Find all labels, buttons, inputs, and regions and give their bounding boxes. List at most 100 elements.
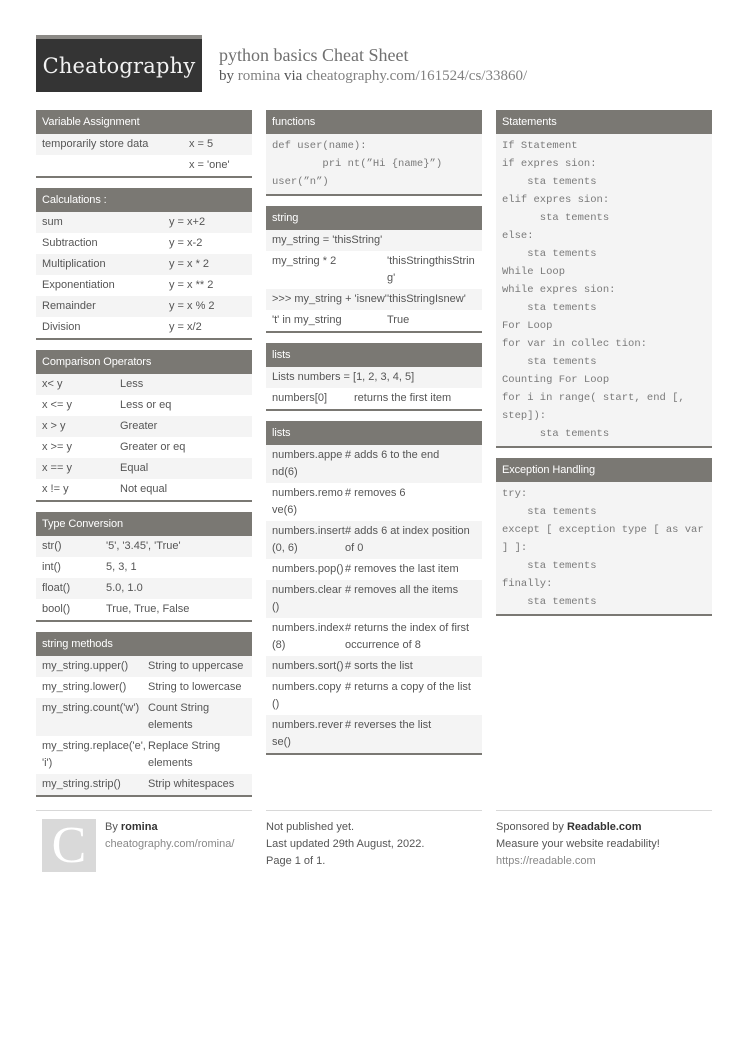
table-row: numbers.remove(6) # removes 6: [266, 483, 482, 521]
cell-value: # adds 6 at index position of 0: [345, 525, 470, 554]
cell-key: numbers.sort(): [272, 660, 344, 672]
table-row: numbers[0] returns the first item: [266, 388, 482, 409]
table-row: str() '5', '3.45', 'True': [36, 536, 252, 557]
cell-full: Lists numbers = [1, 2, 3, 4, 5]: [272, 371, 415, 383]
table-row: x == y Equal: [36, 458, 252, 479]
section-string-methods: string methods my_string.upper() String t…: [36, 632, 252, 797]
by-label: by: [219, 68, 234, 84]
cell-key: numbers.reverse(): [272, 719, 343, 748]
cell-value: Strip whitespaces: [148, 778, 235, 790]
cell-key: x > y: [42, 420, 66, 432]
cell-key: my_string.strip(): [42, 778, 121, 790]
cell-key: x >= y: [42, 441, 72, 453]
section-title: Type Conversion: [36, 512, 252, 536]
avatar[interactable]: C: [42, 819, 96, 872]
cell-value: y = x % 2: [169, 300, 215, 312]
table-row: my_string.replace('e', 'i') Replace Strin…: [36, 736, 252, 774]
sponsor-url[interactable]: https://readable.com: [496, 853, 712, 870]
code-block: If Statement if expres sion: sta tements…: [496, 134, 712, 446]
section-title: Exception Handling: [496, 458, 712, 482]
footer-author-url[interactable]: cheatography.com/romina/: [105, 836, 234, 853]
table-row: float() 5.0, 1.0: [36, 578, 252, 599]
cell-value: # removes 6: [345, 487, 406, 499]
section-title: lists: [266, 421, 482, 445]
sheet-url-link[interactable]: cheatography.com/161524/cs/33860/: [306, 68, 527, 84]
cell-key: bool(): [42, 603, 71, 615]
section-body: my_string = 'thisString' my_string * 2 't…: [266, 230, 482, 331]
code-line: try:: [502, 488, 528, 500]
cell-value: # sorts the list: [345, 660, 413, 672]
sponsor-link[interactable]: Readable.com: [567, 821, 642, 833]
section-title: Comparison Operators: [36, 350, 252, 374]
cell-key: numbers.remove(6): [272, 487, 343, 516]
cell-key: my_string.count('w'): [42, 702, 140, 714]
cell-value: # returns the index of first occurrence …: [345, 622, 470, 651]
code-line: def user(name):: [272, 140, 367, 152]
table-row: Multiplication y = x * 2: [36, 254, 252, 275]
cell-key: Remainder: [42, 300, 96, 312]
section-body: sum y = x+2 Subtraction y = x-2 Multiplica…: [36, 212, 252, 338]
code-line: pri nt(”Hi {name}”): [272, 158, 443, 170]
section-type-conversion: Type Conversion str() '5', '3.45', 'True'…: [36, 512, 252, 622]
code-block: try: sta tements except [ exception type…: [496, 482, 712, 614]
table-row: x = 'one': [36, 155, 252, 176]
section-calculations: Calculations : sum y = x+2 Subtraction y =…: [36, 188, 252, 340]
column-3: Statements If Statement if expres sion: …: [496, 110, 712, 626]
section-title: lists: [266, 343, 482, 367]
table-row: numbers.index(8) # returns the index of f…: [266, 618, 482, 656]
cell-value: y = x/2: [169, 321, 202, 333]
cell-key: >>> my_string + 'isnew': [272, 293, 387, 305]
cell-key: Division: [42, 321, 81, 333]
cell-key: sum: [42, 216, 63, 228]
sponsor-label: Sponsored by: [496, 821, 564, 833]
footer-sponsor: Sponsored by Readable.com Measure your w…: [496, 810, 712, 870]
by-label: By: [105, 821, 118, 833]
cell-key: my_string * 2: [272, 255, 337, 267]
cell-value: 5.0, 1.0: [106, 582, 143, 594]
via-label: via: [284, 68, 303, 84]
author-link[interactable]: romina: [238, 68, 281, 84]
table-row: Remainder y = x % 2: [36, 296, 252, 317]
cheatography-logo[interactable]: Cheatography: [36, 35, 202, 92]
section-body: my_string.upper() String to uppercase my_…: [36, 656, 252, 795]
footer-author-link[interactable]: romina: [121, 821, 158, 833]
section-variable-assignment: Variable Assignment temporarily store da…: [36, 110, 252, 178]
cell-value: y = x-2: [169, 237, 203, 249]
cell-key: numbers.index(8): [272, 622, 345, 651]
code-line: for var in collec tion:: [502, 338, 647, 350]
table-row: Exponentiation y = x ** 2: [36, 275, 252, 296]
code-line: elif expres sion:: [502, 194, 610, 206]
page-number: Page 1 of 1.: [266, 855, 326, 867]
code-line: except [ exception type [ as var: [502, 524, 704, 536]
table-row: sum y = x+2: [36, 212, 252, 233]
section-comparison-operators: Comparison Operators x< y Less x <= y Less…: [36, 350, 252, 502]
cell-value: String to lowercase: [148, 681, 242, 693]
code-line: sta tements: [502, 248, 597, 260]
section-body: str() '5', '3.45', 'True' int() 5, 3, 1 fl…: [36, 536, 252, 620]
cell-key: my_string.lower(): [42, 681, 127, 693]
cell-key: x == y: [42, 462, 72, 474]
code-line: While Loop: [502, 266, 566, 278]
cell-value: # removes the last item: [345, 563, 459, 575]
cell-key: float(): [42, 582, 71, 594]
cell-key: numbers.pop(): [272, 563, 344, 575]
section-title: functions: [266, 110, 482, 134]
code-line: sta tements: [502, 212, 610, 224]
cell-key: x <= y: [42, 399, 72, 411]
last-updated: Last updated 29th August, 2022.: [266, 838, 425, 850]
code-line: ] ]:: [502, 542, 528, 554]
cell-key: numbers.append(6): [272, 449, 343, 478]
table-row: x <= y Less or eq: [36, 395, 252, 416]
title-block: python basics Cheat Sheet by romina via …: [219, 44, 527, 86]
code-line: user(”n”): [272, 176, 329, 188]
cell-full: my_string = 'thisString': [272, 234, 383, 246]
cell-value: # adds 6 to the end: [345, 449, 440, 461]
table-row: my_string * 2 'thisStringthisString': [266, 251, 482, 289]
code-line: For Loop: [502, 320, 553, 332]
cell-value: True, True, False: [106, 603, 190, 615]
cell-key: my_string.upper(): [42, 660, 129, 672]
cell-value: y = x ** 2: [169, 279, 214, 291]
table-row: x > y Greater: [36, 416, 252, 437]
column-1: Variable Assignment temporarily store da…: [36, 110, 252, 807]
code-line: Counting For Loop: [502, 374, 610, 386]
